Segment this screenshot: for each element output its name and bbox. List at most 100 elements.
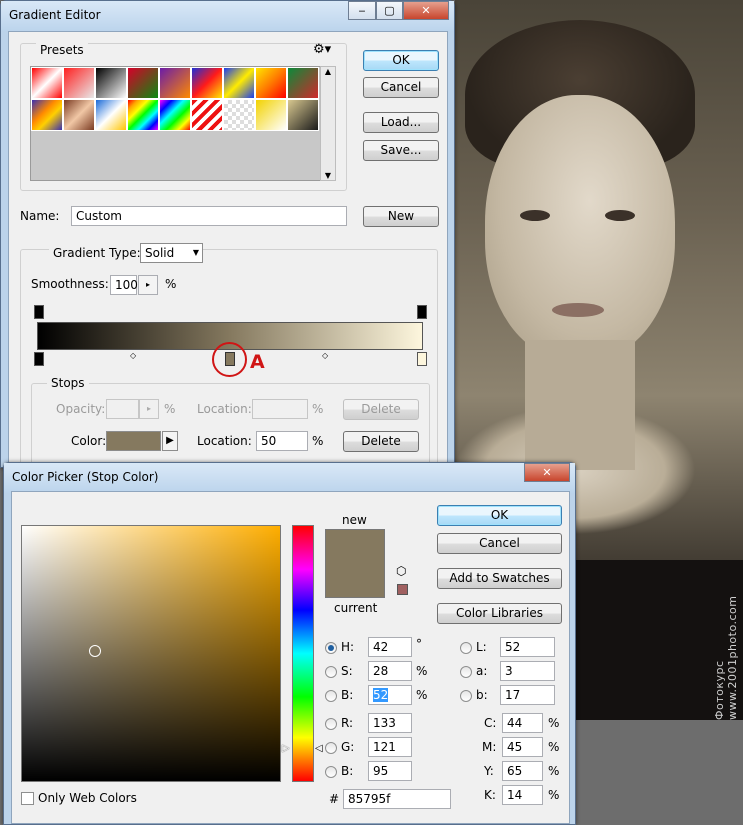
new-label: new [342,513,367,527]
presets-scrollbar[interactable]: ▲ ▼ [320,66,336,181]
minimize-icon[interactable]: ‒ [348,1,376,20]
close-icon[interactable]: ✕ [524,463,570,482]
web-safe-swatch-icon[interactable] [397,584,408,595]
hue-slider-right-arrow-icon[interactable]: ◁ [315,743,323,754]
lab-b-input[interactable]: 17 [500,685,555,705]
chevron-down-icon: ▼ [192,248,199,257]
color-location-unit: % [312,434,324,448]
blue-input[interactable]: 95 [368,761,412,781]
hue-slider[interactable] [292,525,314,782]
preset-swatch[interactable] [223,67,255,99]
midpoint-diamond-right[interactable]: ◇ [322,351,328,360]
maximize-icon[interactable]: ▢ [376,1,403,20]
preset-swatch[interactable] [127,99,159,131]
new-button[interactable]: New [363,206,439,227]
ok-button[interactable]: OK [363,50,439,71]
color-menu-arrow-icon[interactable]: ▶ [162,431,178,451]
load-button[interactable]: Load... [363,112,439,133]
color-field-cursor-icon[interactable] [89,645,101,657]
preset-swatch[interactable] [63,99,95,131]
gradient-editor-window: Gradient Editor ‒ ▢ ✕ Presets ⚙▾ ▲ ▼ OK … [0,0,455,469]
preset-swatch[interactable] [191,99,223,131]
opacity-stop-right[interactable] [417,305,427,319]
hex-label: # [329,792,340,806]
out-of-gamut-cube-icon[interactable]: ⬡ [396,564,406,578]
stops-legend: Stops [47,376,89,390]
hue-input[interactable]: 42 [368,637,412,657]
cyan-unit: % [548,716,560,730]
brightness-input[interactable]: 52 [368,685,412,705]
cancel-button[interactable]: Cancel [437,533,562,554]
hue-slider-left-arrow-icon[interactable]: ▷ [282,743,290,754]
color-field[interactable] [21,525,281,782]
preset-swatch[interactable] [159,99,191,131]
only-web-colors-checkbox[interactable] [21,792,34,805]
blue-label: B: [341,764,354,778]
color-stop-left[interactable] [34,352,44,366]
preset-swatch[interactable] [255,99,287,131]
gradient-type-select[interactable]: Solid ▼ [140,243,203,263]
lab-l-radio[interactable] [460,642,472,654]
smoothness-slider-icon[interactable]: ▸ [138,275,158,295]
opacity-input [106,399,139,419]
magenta-unit: % [548,740,560,754]
preset-swatch[interactable] [31,99,63,131]
preset-swatch[interactable] [31,67,63,99]
smoothness-input[interactable]: 100 [110,275,138,295]
opacity-label: Opacity: [56,402,106,416]
preset-swatch[interactable] [287,99,319,131]
blue-radio[interactable] [325,766,337,778]
lab-a-radio[interactable] [460,666,472,678]
annotation-circle [212,342,247,377]
preset-swatch[interactable] [159,67,191,99]
green-radio[interactable] [325,742,337,754]
red-radio[interactable] [325,718,337,730]
magenta-input[interactable]: 45 [502,737,543,757]
preset-swatch[interactable] [95,67,127,99]
portrait-neck [525,340,635,470]
save-button[interactable]: Save... [363,140,439,161]
green-input[interactable]: 121 [368,737,412,757]
preset-swatch[interactable] [255,67,287,99]
cyan-input[interactable]: 44 [502,713,543,733]
stop-color-swatch[interactable] [106,431,161,451]
name-input[interactable]: Custom [71,206,347,226]
lab-l-input[interactable]: 52 [500,637,555,657]
preset-swatch[interactable] [223,99,255,131]
add-to-swatches-button[interactable]: Add to Swatches [437,568,562,589]
current-color-swatch[interactable] [325,564,385,598]
red-input[interactable]: 133 [368,713,412,733]
cancel-button[interactable]: Cancel [363,77,439,98]
yellow-input[interactable]: 65 [502,761,543,781]
saturation-radio[interactable] [325,666,337,678]
gradient-type-value: Solid [145,246,175,260]
color-stop-right[interactable] [417,352,427,366]
saturation-input[interactable]: 28 [368,661,412,681]
gradient-editor-titlebar[interactable]: Gradient Editor ‒ ▢ ✕ [1,1,454,31]
preset-swatch[interactable] [63,67,95,99]
color-libraries-button[interactable]: Color Libraries [437,603,562,624]
ok-button[interactable]: OK [437,505,562,526]
hue-radio[interactable] [325,642,337,654]
color-delete-button[interactable]: Delete [343,431,419,452]
preset-swatch[interactable] [127,67,159,99]
midpoint-diamond-left[interactable]: ◇ [130,351,136,360]
close-icon[interactable]: ✕ [403,1,449,20]
preset-swatch[interactable] [95,99,127,131]
preset-swatch[interactable] [191,67,223,99]
lab-b-label: b: [476,688,488,702]
portrait-lips [552,303,604,317]
stops-group [31,383,430,468]
black-input[interactable]: 14 [502,785,543,805]
yellow-unit: % [548,764,560,778]
lab-a-input[interactable]: 3 [500,661,555,681]
brightness-radio[interactable] [325,690,337,702]
opacity-stop-left[interactable] [34,305,44,319]
hex-input[interactable]: 85795f [343,789,451,809]
preset-swatch[interactable] [287,67,319,99]
color-picker-titlebar[interactable]: Color Picker (Stop Color) ✕ [4,463,575,493]
gradient-editor-client: Presets ⚙▾ ▲▼ OK Cancel Load... Save... [8,31,448,469]
color-location-input[interactable]: 50 [256,431,308,451]
lab-b-radio[interactable] [460,690,472,702]
gear-icon[interactable]: ⚙▾ [313,42,331,57]
